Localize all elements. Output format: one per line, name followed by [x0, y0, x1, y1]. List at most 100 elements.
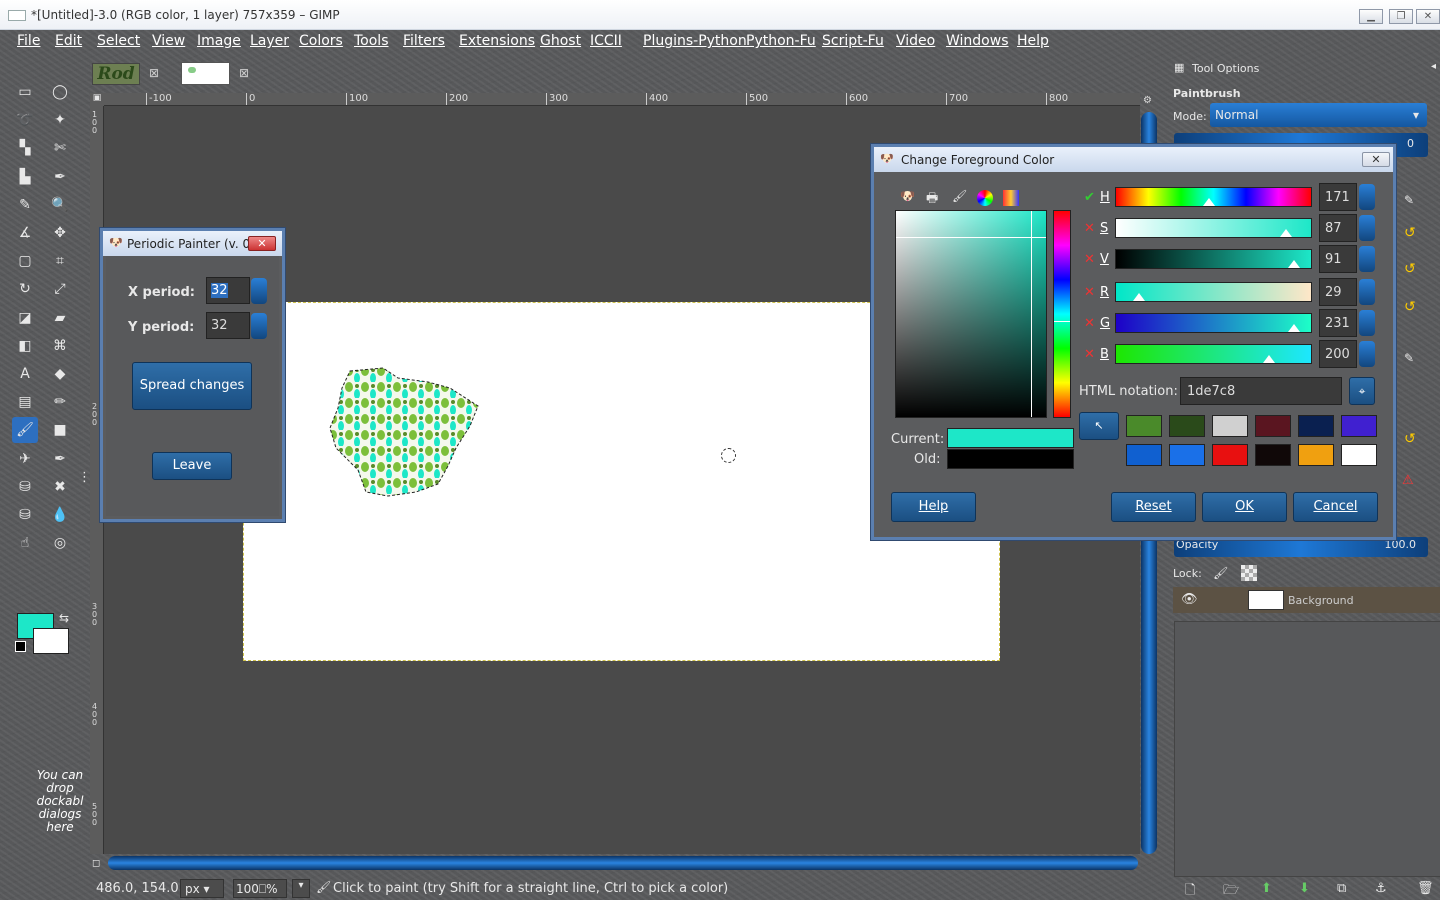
new-layer-icon[interactable]: 🗋 — [1185, 881, 1195, 900]
pencil-icon[interactable]: ✏ — [47, 389, 73, 415]
menu-iccii[interactable]: ICCII — [590, 33, 622, 49]
channel-spinner-h[interactable] — [1359, 184, 1375, 210]
text-icon[interactable]: A — [12, 361, 38, 387]
channel-value-s[interactable]: 87 — [1319, 214, 1357, 242]
background-color-swatch[interactable] — [33, 628, 69, 654]
lock-alpha-icon[interactable] — [1241, 565, 1257, 581]
dodge-icon[interactable]: ◎ — [47, 530, 73, 556]
layer-row[interactable]: 👁 Background — [1173, 587, 1440, 613]
edit-icon[interactable]: ✎ — [1404, 351, 1414, 365]
channel-slider-h[interactable] — [1115, 187, 1312, 207]
dock-menu-icon[interactable]: ◂ — [1431, 61, 1436, 72]
lock-pixels-icon[interactable]: 🖌 — [1213, 566, 1228, 580]
x-period-input[interactable]: 32 — [206, 277, 250, 304]
history-color-swatch[interactable] — [1255, 444, 1291, 466]
channel-spinner-s[interactable] — [1359, 215, 1375, 241]
mode-select[interactable]: Normal ▾ — [1210, 103, 1427, 127]
channel-label-h[interactable]: H — [1100, 190, 1110, 205]
menu-ghost[interactable]: Ghost — [540, 33, 581, 49]
channel-spinner-v[interactable] — [1359, 246, 1375, 272]
ruler-top[interactable]: -100 0 100 200 300 400 500 600 700 800 — [104, 93, 1140, 106]
saturation-value-square[interactable] — [895, 210, 1047, 418]
ink-icon[interactable]: ✒ — [47, 446, 73, 472]
menu-image[interactable]: Image — [197, 33, 241, 49]
channel-spinner-g[interactable] — [1359, 310, 1375, 336]
perspective-icon[interactable]: ▰ — [47, 305, 73, 331]
delete-layer-icon[interactable]: 🗑 — [1417, 881, 1434, 896]
cmyk-selector-icon[interactable]: 🖶 — [926, 189, 938, 211]
tool-options-tab[interactable]: Tool Options — [1192, 62, 1259, 75]
channel-label-g[interactable]: G — [1100, 316, 1110, 331]
leave-button[interactable]: Leave — [152, 452, 232, 480]
shear-icon[interactable]: ◪ — [12, 305, 38, 331]
channel-spinner-b[interactable] — [1359, 341, 1375, 367]
history-color-swatch[interactable] — [1169, 444, 1205, 466]
scissors-icon[interactable]: ✄ — [47, 135, 73, 161]
image-tab-current[interactable] — [181, 62, 230, 85]
rotate-icon[interactable]: ↻ — [12, 276, 38, 302]
visibility-eye-icon[interactable]: 👁 — [1181, 592, 1198, 607]
menu-layer[interactable]: Layer — [250, 33, 289, 49]
channel-value-v[interactable]: 91 — [1319, 245, 1357, 273]
duplicate-layer-icon[interactable]: ⧉ — [1337, 881, 1346, 896]
channel-value-g[interactable]: 231 — [1319, 309, 1357, 337]
history-color-swatch[interactable] — [1169, 415, 1205, 437]
channel-value-b[interactable]: 200 — [1319, 340, 1357, 368]
fuzzy-select-icon[interactable]: ✦ — [47, 107, 73, 133]
reset-icon[interactable]: ↺ — [1404, 261, 1416, 277]
color-select-icon[interactable]: ▚ — [12, 135, 38, 161]
foreground-select-icon[interactable]: ▙ — [12, 164, 38, 190]
channel-label-b[interactable]: B — [1100, 347, 1109, 362]
airbrush-icon[interactable]: ✈ — [12, 446, 38, 472]
history-color-swatch[interactable] — [1341, 444, 1377, 466]
reset-button[interactable]: Reset — [1111, 492, 1196, 522]
gimp-selector-icon[interactable]: 🐶 — [900, 189, 915, 203]
measure-icon[interactable]: ∡ — [12, 220, 38, 246]
lower-layer-icon[interactable]: ⬇ — [1299, 881, 1310, 896]
minimize-button[interactable]: ▁ — [1359, 9, 1383, 24]
channel-value-r[interactable]: 29 — [1319, 278, 1357, 306]
cancel-button[interactable]: Cancel — [1293, 492, 1378, 522]
zoom-field[interactable]: 100⎕% — [233, 879, 287, 898]
align-icon[interactable]: ▢ — [12, 248, 38, 274]
menu-file[interactable]: File — [17, 33, 40, 49]
layers-list[interactable] — [1174, 621, 1440, 877]
quick-mask-toggle[interactable]: ◻ — [92, 858, 100, 869]
history-color-swatch[interactable] — [1126, 444, 1162, 466]
channel-label-r[interactable]: R — [1100, 285, 1109, 300]
unit-select[interactable]: px ▾ — [180, 879, 224, 898]
wheel-selector-icon[interactable] — [977, 190, 993, 206]
ruler-corner[interactable]: ▣ — [90, 93, 104, 106]
raise-layer-icon[interactable]: ⬆ — [1261, 881, 1272, 896]
menu-filters[interactable]: Filters — [403, 33, 445, 49]
navigate-icon[interactable]: ⚙ — [1143, 95, 1152, 106]
watercolor-selector-icon[interactable]: 🖌 — [952, 189, 967, 203]
palette-selector-icon[interactable] — [1003, 190, 1019, 206]
reset-icon[interactable]: ↺ — [1404, 431, 1416, 447]
cage-icon[interactable]: ⌘ — [47, 333, 73, 359]
opacity-slider[interactable]: Opacity 100.0 — [1174, 537, 1428, 557]
perspective-clone-icon[interactable]: ⛁ — [12, 502, 38, 528]
x-period-spinner[interactable] — [251, 278, 267, 304]
menu-tools[interactable]: Tools — [354, 33, 389, 49]
history-color-swatch[interactable] — [1255, 415, 1291, 437]
menu-select[interactable]: Select — [97, 33, 140, 49]
history-color-swatch[interactable] — [1298, 415, 1334, 437]
history-color-swatch[interactable] — [1212, 444, 1248, 466]
default-colors-icon[interactable] — [15, 641, 26, 652]
swap-colors-icon[interactable]: ⇆ — [59, 611, 69, 625]
menu-colors[interactable]: Colors — [299, 33, 343, 49]
horizontal-scrollbar[interactable] — [108, 856, 1138, 870]
menu-python-fu[interactable]: Python-Fu — [746, 33, 816, 49]
hue-strip[interactable] — [1053, 210, 1071, 418]
close-window-button[interactable]: ✕ — [1416, 9, 1440, 24]
ok-button[interactable]: OK — [1202, 492, 1287, 522]
scale-icon[interactable]: ⤢ — [47, 276, 73, 302]
zoom-icon[interactable]: 🔍 — [47, 192, 73, 218]
menu-edit[interactable]: Edit — [55, 33, 82, 49]
image-tab-rod[interactable]: Rod — [92, 63, 140, 85]
clone-icon[interactable]: ⛁ — [12, 474, 38, 500]
reset-icon[interactable]: ↺ — [1404, 225, 1416, 241]
history-color-swatch[interactable] — [1341, 415, 1377, 437]
channel-label-v[interactable]: V — [1100, 252, 1109, 267]
